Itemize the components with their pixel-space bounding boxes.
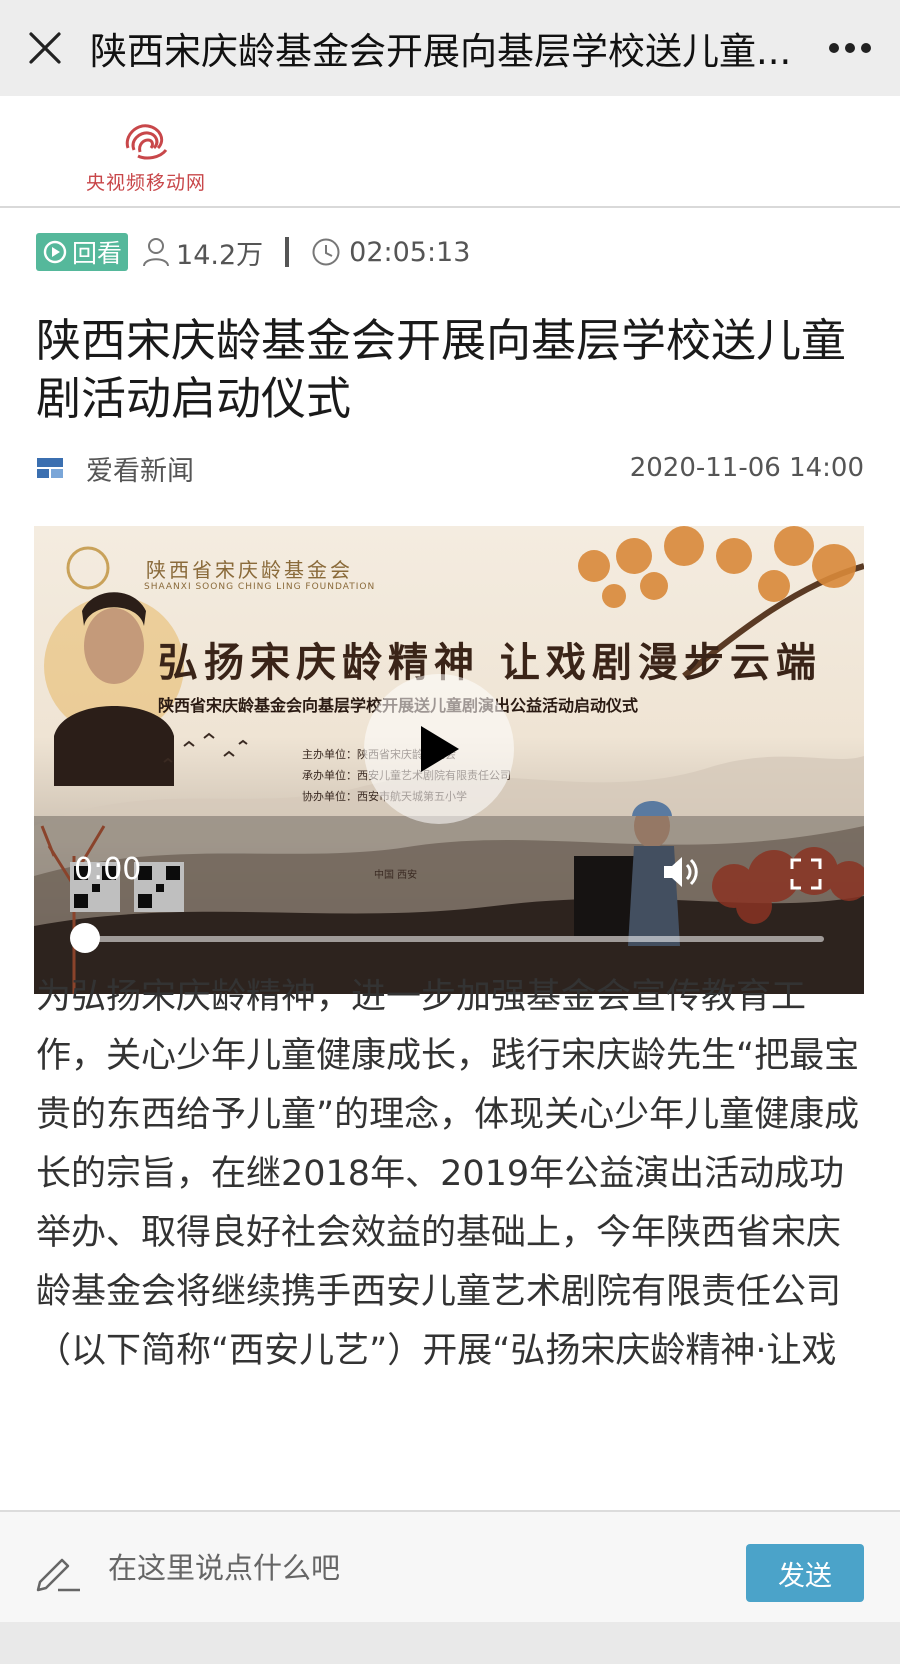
publish-date: 2020-11-06 14:00 [629,453,864,483]
video-meta-row: 回看 14.2万 02:05:13 [36,232,470,272]
top-navigation-bar: 陕西宋庆龄基金会开展向基层学校送儿童... [0,0,900,96]
replay-badge[interactable]: 回看 [36,233,129,271]
video-org-subtitle: SHAANXI SOONG CHING LING FOUNDATION [144,582,376,592]
meta-divider [285,237,290,267]
play-icon [421,726,459,772]
page-title: 陕西宋庆龄基金会开展向基层学校送儿童... [90,30,792,73]
article-title: 陕西宋庆龄基金会开展向基层学校送儿童剧活动启动仪式 [36,314,847,425]
replay-icon [43,240,67,264]
close-button[interactable] [0,0,90,96]
article-body: 为弘扬宋庆龄精神，进一步加强基金会宣传教育工作，关心少年儿童健康成长，践行宋庆龄… [36,977,860,1371]
video-org-name: 陕西省宋庆龄基金会 [146,558,353,582]
volume-icon [664,857,698,887]
video-current-time: 0:00 [74,852,142,887]
view-count: 14.2万 [142,233,263,272]
view-count-value: 14.2万 [176,239,264,271]
site-header: 央视频移动网 [0,96,900,208]
site-logo[interactable]: 央视频移动网 [76,118,216,198]
close-icon [29,32,61,64]
play-button[interactable] [364,674,514,824]
bottom-navigation-strip [0,1622,900,1664]
clock-icon [312,238,340,266]
pen-icon [36,1558,80,1592]
video-location: 中国 西安 [374,870,418,881]
video-headline: 弘扬宋庆龄精神 让戏剧漫步云端 [158,639,822,686]
volume-button[interactable] [662,852,700,896]
video-player[interactable]: 陕西省宋庆龄基金会 SHAANXI SOONG CHING LING FOUND… [34,526,864,994]
more-button[interactable] [800,0,900,96]
comment-input[interactable] [108,1542,708,1594]
replay-label: 回看 [72,239,123,268]
source-name[interactable]: 爱看新闻 [86,449,630,488]
person-icon [143,238,170,267]
comment-bar: 发送 [0,1510,900,1622]
fullscreen-icon [790,858,822,890]
logo-text: 央视频移动网 [85,172,206,194]
video-progress-bar[interactable] [84,936,824,942]
video-progress-thumb[interactable] [70,923,100,953]
duration-value: 02:05:13 [349,236,471,268]
logo-swirl-icon [125,124,168,160]
more-icon [829,43,871,53]
video-duration: 02:05:13 [311,237,470,268]
source-logo-icon [37,458,63,478]
fullscreen-button[interactable] [790,858,822,894]
send-button[interactable]: 发送 [746,1544,864,1602]
source-row: 爱看新闻 2020-11-06 14:00 [36,448,864,488]
